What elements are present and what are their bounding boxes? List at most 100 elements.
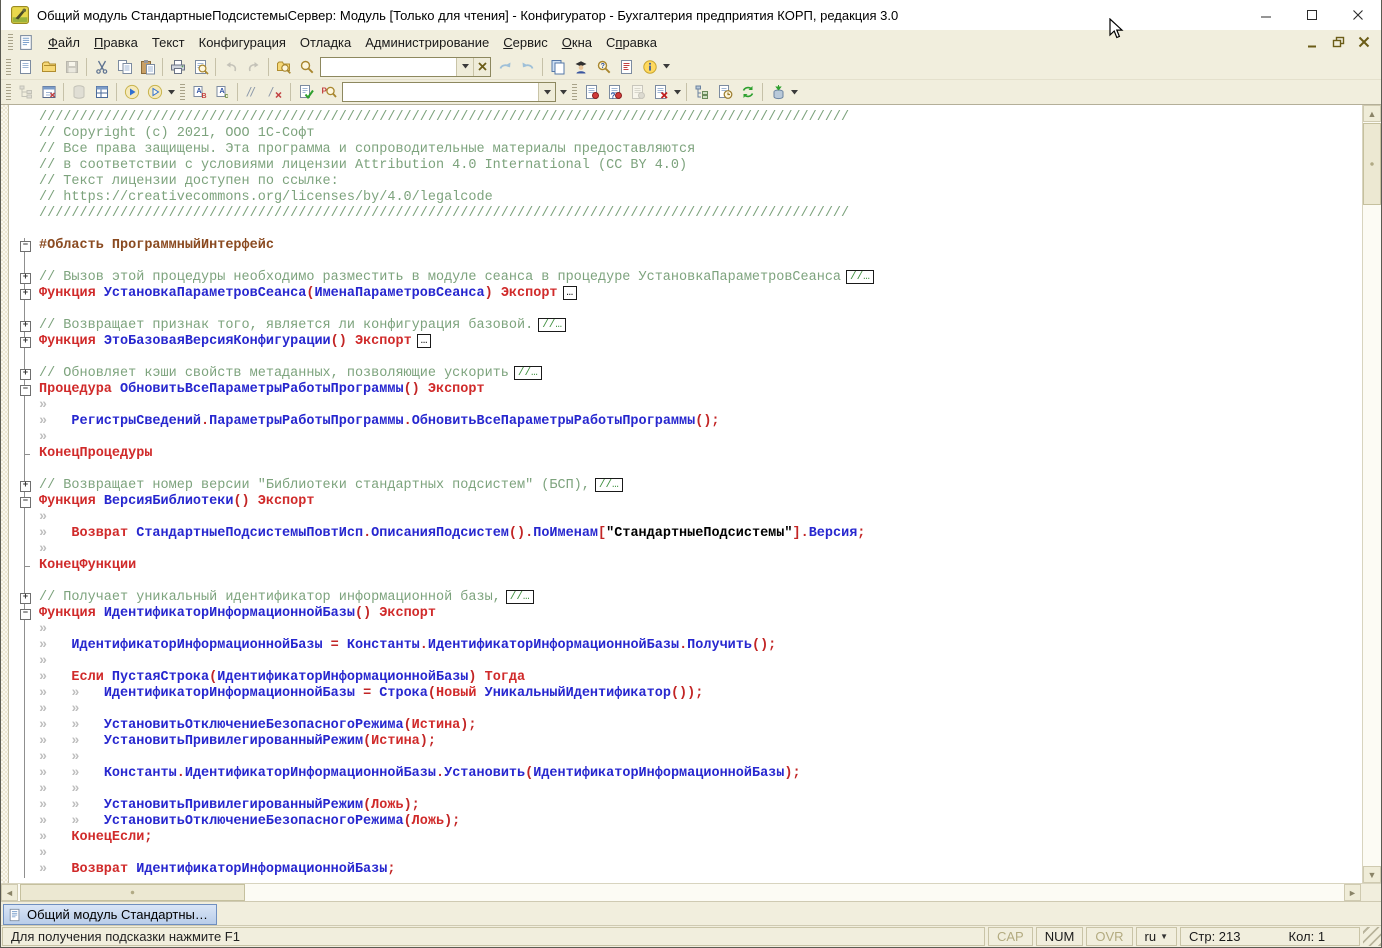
start-debugging-button[interactable] [120, 81, 143, 103]
collapsed-comment-box[interactable]: //… [505, 590, 534, 604]
compare-configurations-button[interactable] [90, 81, 113, 103]
window-tab-module[interactable]: Общий модуль Стандартны… [3, 904, 217, 925]
child-restore-button[interactable] [1325, 32, 1351, 52]
resize-grip[interactable] [1363, 927, 1381, 946]
procedure-input[interactable] [343, 83, 538, 101]
menu-administration[interactable]: Администрирование [358, 33, 496, 52]
minimize-button[interactable] [1243, 0, 1289, 30]
add-bookmark-button[interactable] [580, 81, 603, 103]
performance-measure-button[interactable] [713, 81, 736, 103]
open-file-button[interactable] [37, 56, 60, 78]
horizontal-scroll-track[interactable] [18, 884, 1344, 901]
find-button[interactable] [295, 56, 318, 78]
collapsed-comment-box[interactable]: //… [513, 366, 542, 380]
refresh-module-button[interactable] [736, 81, 759, 103]
menu-service[interactable]: Сервис [496, 33, 555, 52]
collapsed-body-box[interactable]: … [416, 334, 432, 348]
close-button[interactable] [1335, 0, 1381, 30]
fold-expand-icon[interactable] [10, 270, 39, 286]
menubar-grip[interactable] [8, 34, 13, 50]
code-editor[interactable]: ////////////////////////////////////////… [1, 104, 1381, 883]
templates-button[interactable] [615, 56, 638, 78]
fold-collapse-icon[interactable] [10, 494, 39, 510]
next-bookmark-button[interactable] [603, 81, 626, 103]
start-without-debugging-button[interactable] [143, 81, 166, 103]
cut-button[interactable] [90, 56, 113, 78]
procedure-combobox[interactable] [342, 82, 556, 102]
copy-button[interactable] [113, 56, 136, 78]
toolbar-grip[interactable] [572, 84, 577, 100]
remove-comment-button[interactable] [264, 81, 287, 103]
toolbar-overflow-button[interactable] [672, 81, 683, 103]
horizontal-scroll-thumb[interactable] [20, 884, 245, 901]
syntax-assistant-button[interactable] [569, 56, 592, 78]
maximize-button[interactable] [1289, 0, 1335, 30]
collapsed-comment-box[interactable]: //… [538, 318, 566, 332]
collapsed-comment-box[interactable]: //… [846, 270, 874, 284]
undo-button[interactable] [219, 56, 242, 78]
title-bar[interactable]: Общий модуль СтандартныеПодсистемыСервер… [1, 0, 1381, 30]
print-preview-button[interactable] [189, 56, 212, 78]
find-next-button[interactable] [516, 56, 539, 78]
scroll-up-button[interactable]: ▲ [1363, 105, 1381, 122]
find-in-syntax-assistant-button[interactable] [592, 56, 615, 78]
fold-collapse-icon[interactable] [10, 382, 39, 398]
paste-button[interactable] [136, 56, 159, 78]
scroll-left-button[interactable]: ◄ [1, 884, 18, 901]
autoformat-block-button[interactable] [211, 81, 234, 103]
vertical-scrollbar[interactable]: ▲ ▼ [1362, 105, 1381, 883]
procedures-functions-button[interactable] [317, 81, 340, 103]
call-hierarchy-button[interactable] [690, 81, 713, 103]
scroll-down-button[interactable]: ▼ [1363, 866, 1381, 883]
procedure-dropdown-button[interactable] [538, 83, 555, 101]
breakpoint-margin[interactable] [1, 105, 9, 883]
print-button[interactable] [166, 56, 189, 78]
syntax-check-button[interactable] [294, 81, 317, 103]
collapsed-body-box[interactable]: … [562, 286, 578, 300]
add-comment-button[interactable] [241, 81, 264, 103]
find-in-files-button[interactable] [272, 56, 295, 78]
search-combobox[interactable] [320, 56, 491, 77]
toolbar-grip[interactable] [180, 84, 185, 100]
fold-expand-icon[interactable] [10, 286, 39, 302]
fold-collapse-icon[interactable] [10, 606, 39, 622]
fold-expand-icon[interactable] [10, 478, 39, 494]
vertical-scroll-thumb[interactable] [1363, 123, 1381, 205]
toolbar-overflow-button[interactable] [789, 81, 800, 103]
clipboard-contents-button[interactable] [546, 56, 569, 78]
menu-debug[interactable]: Отладка [293, 33, 358, 52]
menu-file[interactable]: Файл [41, 33, 87, 52]
configuration-window-button[interactable] [37, 81, 60, 103]
update-db-configuration-button[interactable] [766, 81, 789, 103]
menu-help[interactable]: Справка [599, 33, 664, 52]
toolbar-grip[interactable] [6, 84, 11, 100]
toolbar-overflow-button[interactable] [661, 56, 672, 78]
search-dropdown-button[interactable] [456, 57, 473, 76]
language-selector[interactable]: ru ▼ [1135, 927, 1177, 946]
fold-expand-icon[interactable] [10, 318, 39, 334]
search-input[interactable] [321, 57, 456, 76]
about-button[interactable] [638, 56, 661, 78]
horizontal-scrollbar[interactable]: ◄ ► [1, 883, 1381, 901]
previous-bookmark-button[interactable] [626, 81, 649, 103]
configuration-tree-button[interactable] [14, 81, 37, 103]
menu-windows[interactable]: Окна [555, 33, 599, 52]
menu-text[interactable]: Текст [145, 33, 192, 52]
child-minimize-button[interactable] [1299, 32, 1325, 52]
toolbar-grip[interactable] [6, 58, 11, 75]
database-configuration-button[interactable] [67, 81, 90, 103]
format-block-button[interactable] [188, 81, 211, 103]
child-close-button[interactable] [1351, 32, 1377, 52]
fold-expand-icon[interactable] [10, 366, 39, 382]
save-button[interactable] [60, 56, 83, 78]
toolbar-overflow-button[interactable] [558, 81, 569, 103]
search-clear-button[interactable] [473, 57, 490, 76]
fold-collapse-icon[interactable] [10, 238, 39, 254]
module-document-icon[interactable] [18, 34, 35, 51]
fold-expand-icon[interactable] [10, 334, 39, 350]
redo-button[interactable] [242, 56, 265, 78]
toolbar-overflow-button[interactable] [166, 81, 177, 103]
clear-bookmarks-button[interactable] [649, 81, 672, 103]
fold-expand-icon[interactable] [10, 590, 39, 606]
scroll-right-button[interactable]: ► [1344, 884, 1361, 901]
